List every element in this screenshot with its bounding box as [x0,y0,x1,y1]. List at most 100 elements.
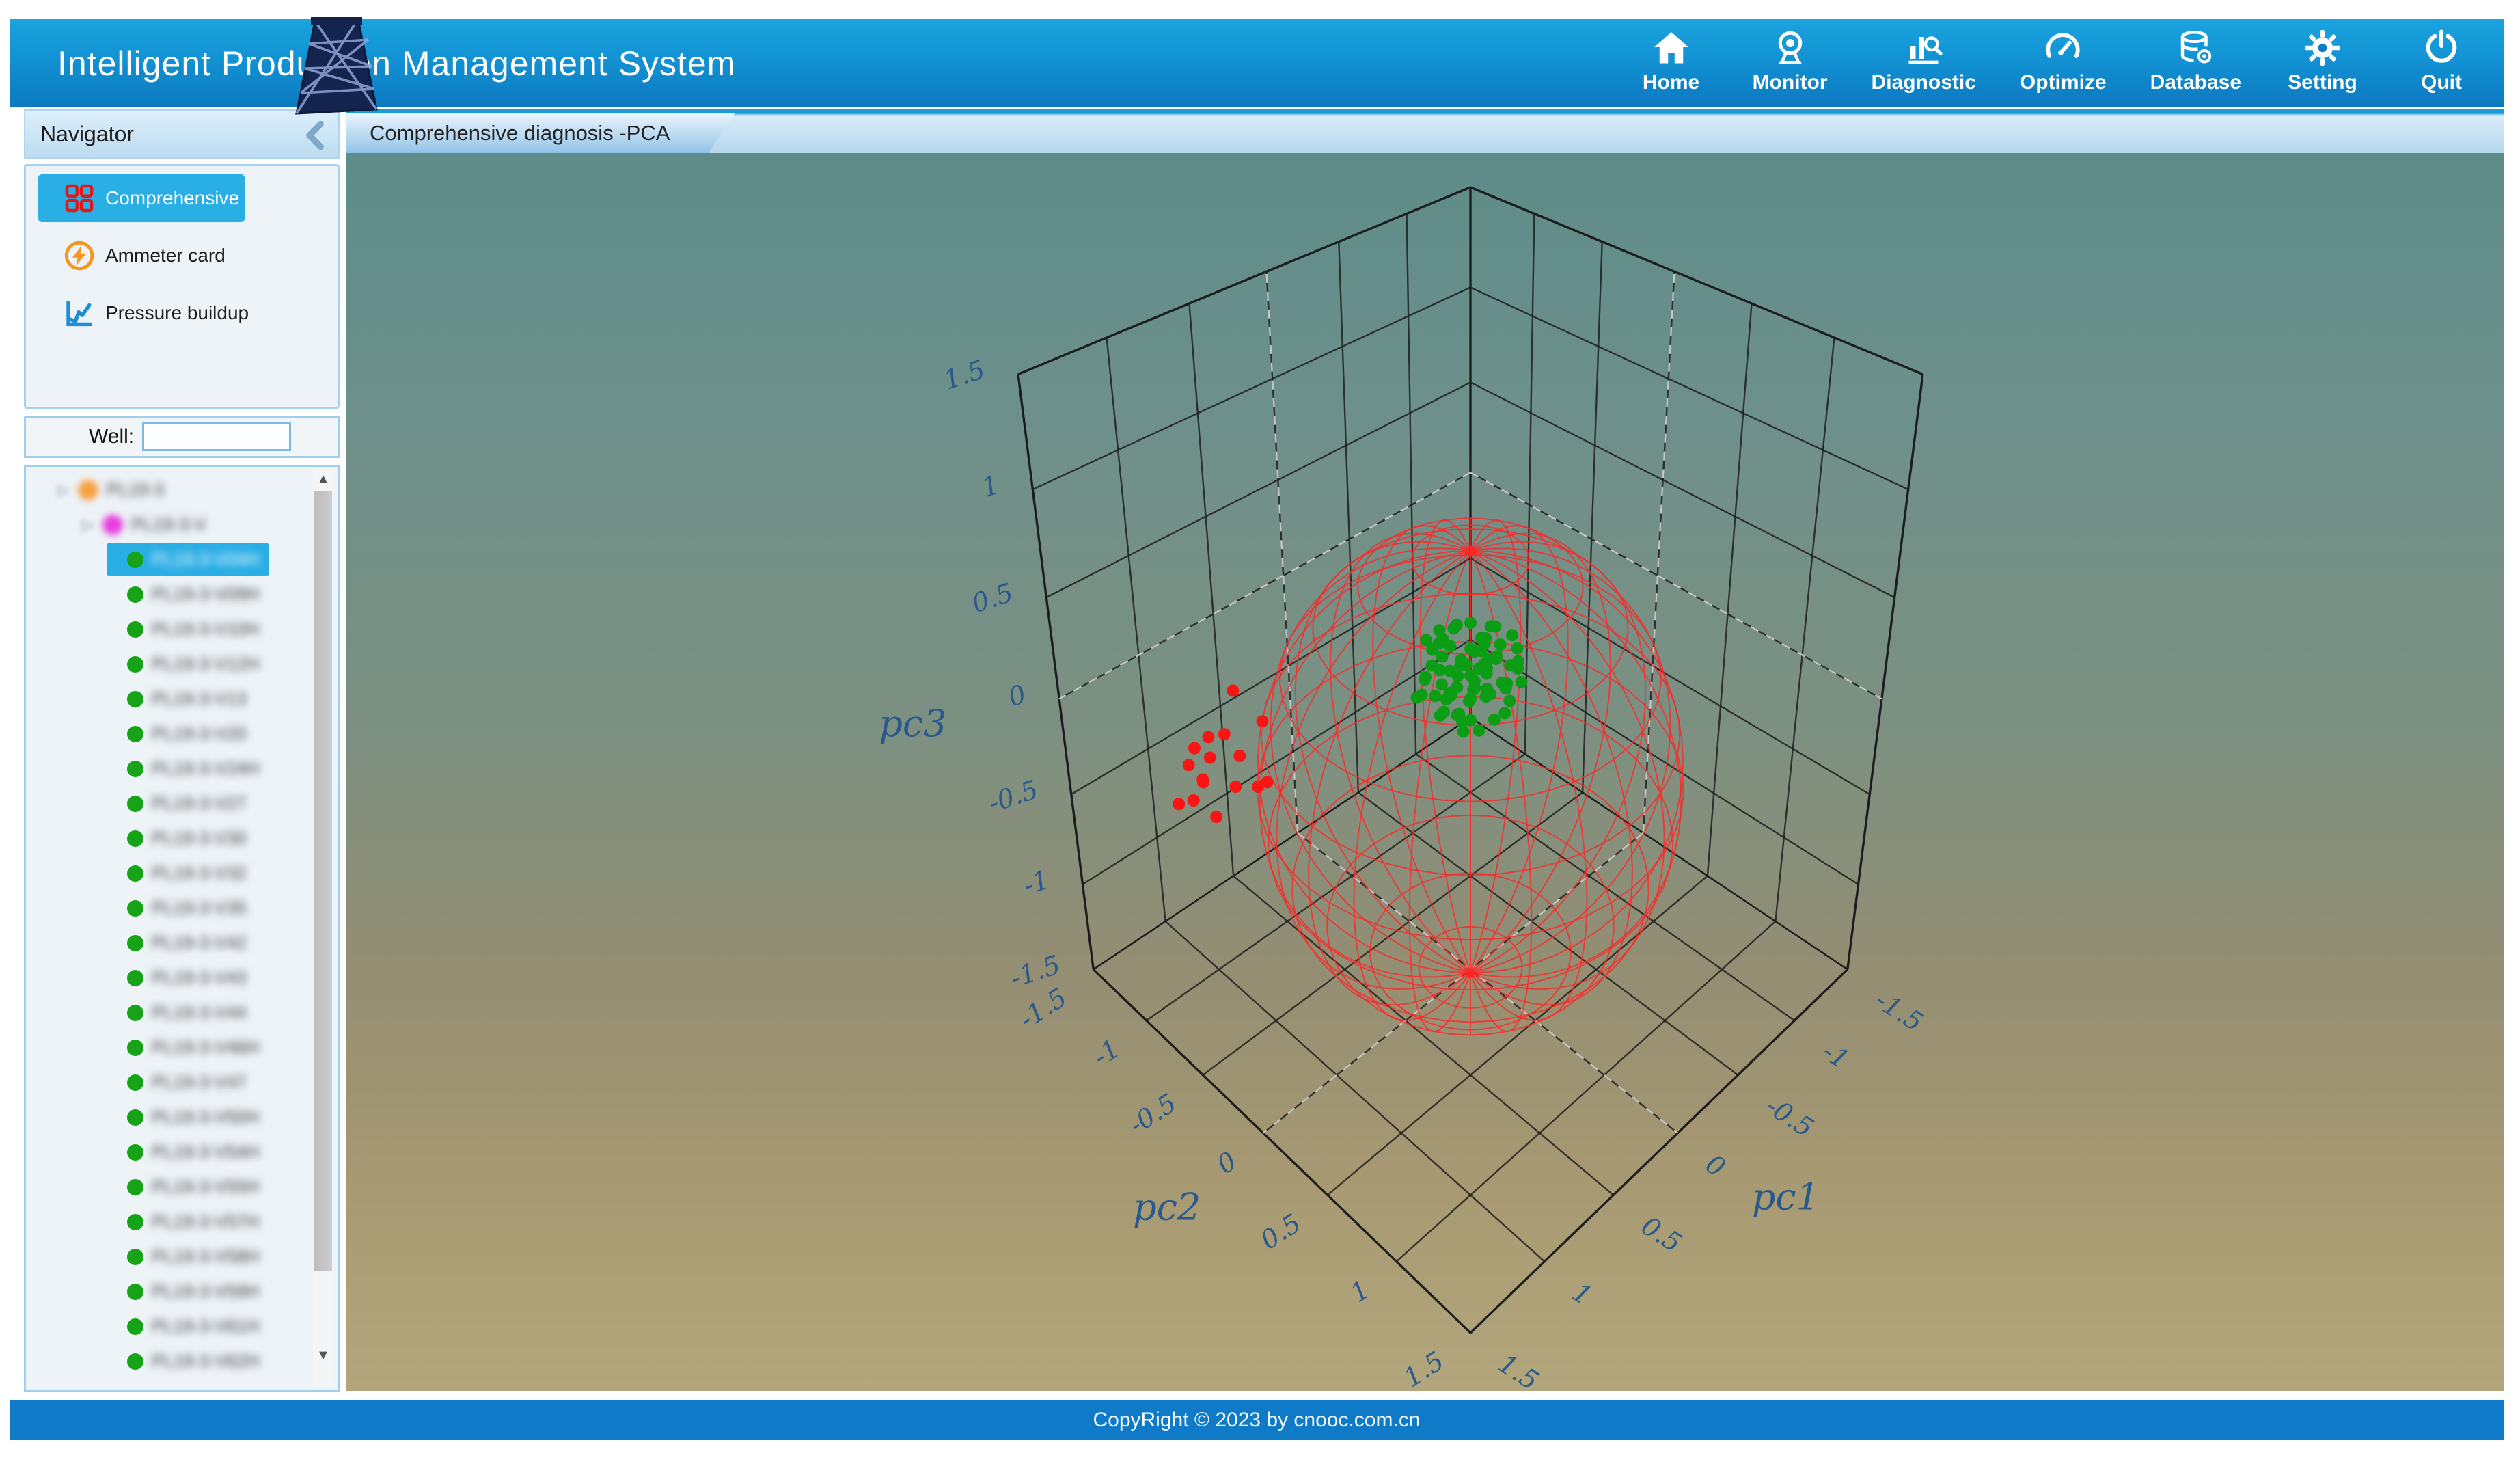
pc2-tick-label: 0 [1211,1146,1242,1180]
data-point [1460,658,1473,671]
tree-item-PL19-3-V62H[interactable]: PL19-3-V62H [26,1344,340,1379]
grid-line [1583,242,1602,793]
tree-item-PL19-3-V43[interactable]: PL19-3-V43 [26,960,340,995]
pressure-chart-icon [63,297,96,329]
data-point [1479,690,1492,703]
tree-item-PL19-3-V27[interactable]: PL19-3-V27 [26,786,340,821]
tree-item-PL19-3-V50H[interactable]: PL19-3-V50H [26,1100,340,1135]
data-point [1511,642,1524,655]
scroll-up-arrow-icon[interactable]: ▲ [313,470,333,489]
tree-item-PL19-3-V55H[interactable]: PL19-3-V55H [26,1169,340,1204]
well-status-dot [127,1074,143,1091]
data-point [1464,617,1477,629]
well-status-dot [127,1284,143,1300]
tree-item-PL19-3-V35[interactable]: PL19-3-V35 [26,891,340,925]
pca-3d-scatter-canvas[interactable]: 1.510.50-0.5-1-1.5-1.5-1-0.500.511.5-1.5… [346,153,2504,1391]
tree-item-PL19-3-V54H[interactable]: PL19-3-V54H [26,1135,340,1169]
sidebar-item-label: Pressure buildup [105,302,249,324]
tree-item-label: PL19-3-V59H [152,1281,260,1302]
data-point [1433,624,1445,636]
grid-line [1470,558,1870,794]
tree-item-PL19-3-V12H[interactable]: PL19-3-V12H [26,647,340,681]
grid-line [1339,242,1358,793]
pc3-tick-label: 1.5 [940,354,989,396]
tree-item-PL19-3-V10H[interactable]: PL19-3-V10H [26,612,340,647]
pc2-tick-label: -0.5 [1123,1087,1181,1140]
tree-item-label: PL19-3-V47 [152,1072,247,1093]
monitor-icon [1770,27,1811,68]
tree-item-PL19-3-V04H[interactable]: PL19-3-V04H [26,542,340,577]
nav-item-monitor[interactable]: Monitor [1753,27,1828,94]
optimize-icon [2042,27,2083,68]
scrollbar-thumb[interactable] [314,491,332,1271]
data-point [1233,750,1246,762]
tree-item-label: PL19-3-V04H [152,549,260,570]
well-status-dot [127,726,143,742]
tree-scrollbar[interactable]: ▲ ▼ [313,470,333,1387]
data-point [1229,781,1242,793]
nav-item-home[interactable]: Home [1634,27,1709,94]
tree-item-PL19-3-V[interactable]: ▷PL19-3-V [26,507,340,542]
home-icon [1651,27,1692,68]
tree-item-label: PL19-3-V61H [152,1316,260,1337]
nav-item-setting[interactable]: Setting [2285,27,2360,94]
nav-item-optimize[interactable]: Optimize [2020,27,2107,94]
well-search-input[interactable] [142,422,291,451]
well-status-dot [127,900,143,917]
well-status-dot [78,480,98,500]
data-point [1506,629,1518,641]
grid-line [1071,558,1470,794]
tree-expand-icon[interactable]: ▷ [55,481,72,499]
tree-item-PL19-3-V42[interactable]: PL19-3-V42 [26,925,340,960]
tree-item-PL19-3-V32[interactable]: PL19-3-V32 [26,856,340,891]
grid-line [1267,271,1298,832]
grid-line [1093,718,1470,970]
data-point [1457,726,1470,738]
tree-item-PL19-3-V30[interactable]: PL19-3-V30 [26,821,340,856]
tree-item-PL19-3-V47[interactable]: PL19-3-V47 [26,1065,340,1100]
grid-line [1470,382,1895,597]
data-point [1503,694,1516,707]
well-status-dot [127,796,143,812]
data-point [1485,620,1497,632]
tree-item-PL19-3-V58H[interactable]: PL19-3-V58H [26,1239,340,1274]
sidebar-item-ammeter-card[interactable]: Ammeter card [38,232,245,280]
tree-item-PL19-3[interactable]: ▷PL19-3 [26,472,340,507]
sidebar-item-pressure-buildup[interactable]: Pressure buildup [38,289,245,337]
data-point [1426,660,1438,672]
tree-item-PL19-3-V20[interactable]: PL19-3-V20 [26,716,340,751]
data-point [1252,781,1264,793]
well-status-dot [127,1005,143,1021]
tree-item-label: PL19-3-V20 [152,723,247,744]
tree-item-PL19-3-V59H[interactable]: PL19-3-V59H [26,1274,340,1309]
data-point [1468,682,1481,694]
data-point [1479,632,1492,645]
tab-comprehensive-diagnosis-pca[interactable]: Comprehensive diagnosis -PCA [346,113,735,153]
collapse-sidebar-button[interactable] [301,120,329,150]
well-status-dot [127,1109,143,1126]
nav-item-diagnostic[interactable]: Diagnostic [1872,27,1976,94]
tree-item-PL19-3-V24H[interactable]: PL19-3-V24H [26,751,340,786]
data-point [1473,725,1485,737]
scroll-down-arrow-icon[interactable]: ▼ [313,1346,333,1365]
nav-item-quit[interactable]: Quit [2404,27,2479,94]
tree-item-PL19-3-V46H[interactable]: PL19-3-V46H [26,1030,340,1065]
tree-item-PL19-3-V44[interactable]: PL19-3-V44 [26,995,340,1030]
tree-item-label: PL19-3-V35 [152,897,247,919]
sidebar-item-comprehensive[interactable]: Comprehensive [38,174,245,222]
data-point [1434,709,1447,722]
tree-item-PL19-3-V61H[interactable]: PL19-3-V61H [26,1309,340,1344]
tree-item-PL19-3-V13[interactable]: PL19-3-V13 [26,681,340,716]
data-point [1436,651,1449,663]
tree-expand-icon[interactable]: ▷ [79,516,97,534]
diagnostic-icon [1903,27,1944,68]
tree-item-PL19-3-V57H[interactable]: PL19-3-V57H [26,1204,340,1239]
data-point [1464,642,1477,655]
data-point [1173,798,1185,810]
pca-3d-plot[interactable]: 1.510.50-0.5-1-1.5-1.5-1-0.500.511.5-1.5… [346,153,2504,1391]
nav-item-label: Home [1643,71,1699,94]
nav-item-database[interactable]: Database [2150,27,2241,94]
tree-item-PL19-3-V09H[interactable]: PL19-3-V09H [26,577,340,612]
sidebar-item-label: Ammeter card [105,245,225,267]
tree-item-label: PL19-3-V43 [152,967,247,988]
